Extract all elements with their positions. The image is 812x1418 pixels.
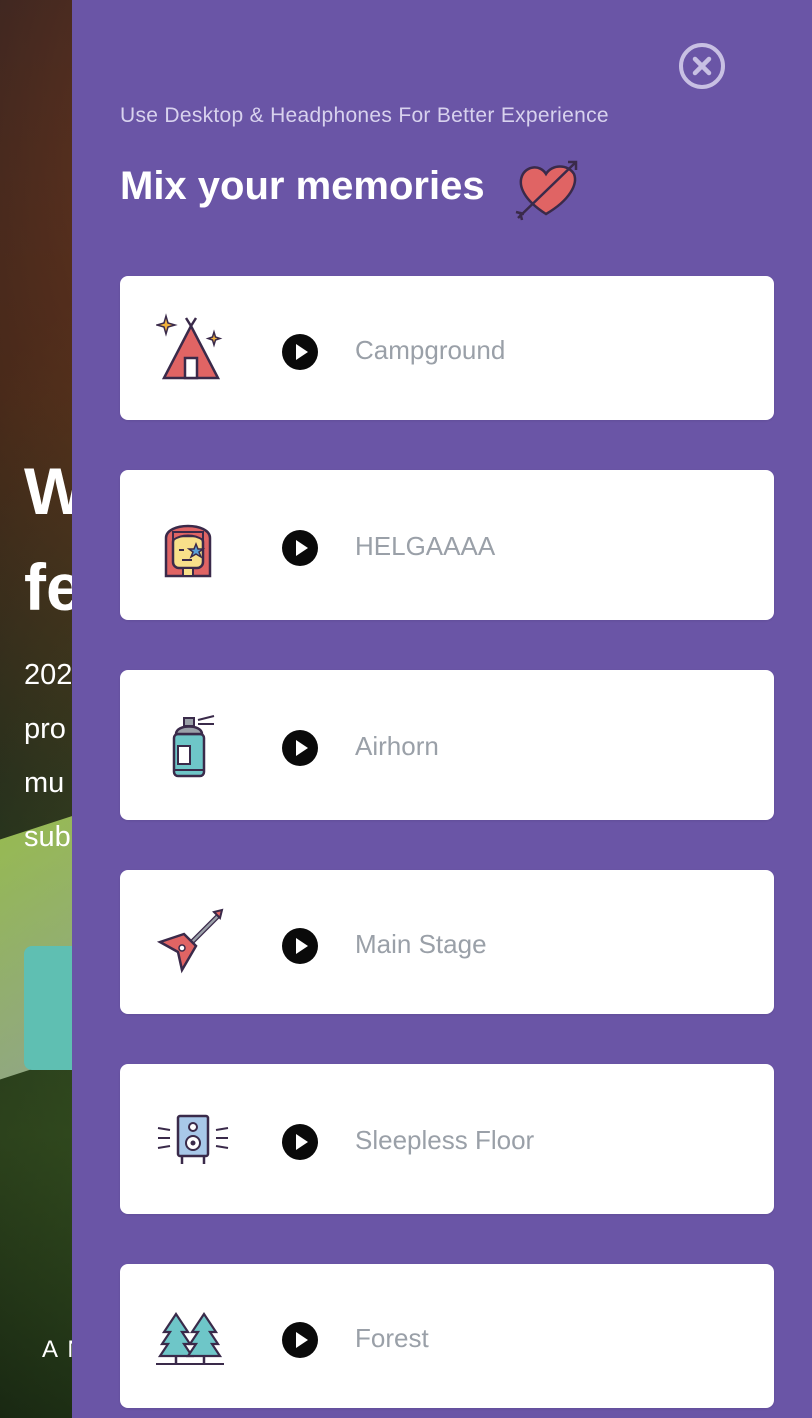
tent-icon (156, 313, 223, 380)
sound-label: Main Stage (355, 929, 487, 959)
panel-title: Mix your memories (120, 164, 485, 208)
sound-label: Airhorn (355, 731, 439, 761)
sound-card-main-stage[interactable]: Main Stage (120, 870, 774, 1014)
sound-card-forest[interactable]: Forest (120, 1264, 774, 1408)
play-icon[interactable] (282, 730, 318, 766)
sound-label: Forest (355, 1323, 429, 1353)
guitar-icon (156, 908, 224, 974)
sound-card-campground[interactable]: Campground (120, 276, 774, 420)
helga-face-icon (164, 524, 212, 578)
close-button[interactable] (679, 43, 725, 89)
panel-subtitle: Use Desktop & Headphones For Better Expe… (120, 104, 609, 127)
bg-paragraph-line-3: mu (24, 767, 65, 799)
play-icon[interactable] (282, 1124, 318, 1160)
mix-memories-panel: Use Desktop & Headphones For Better Expe… (72, 0, 812, 1418)
sound-label: Sleepless Floor (355, 1125, 535, 1155)
close-icon (692, 56, 712, 76)
pine-trees-icon (156, 1312, 224, 1365)
spray-can-icon (172, 715, 215, 778)
speaker-icon (157, 1114, 229, 1164)
play-icon[interactable] (282, 1322, 318, 1358)
sound-card-helga[interactable]: HELGAAAA (120, 470, 774, 620)
sound-label: Campground (355, 335, 506, 365)
play-icon[interactable] (282, 928, 318, 964)
bg-paragraph-line-4: sub (24, 821, 71, 853)
sound-card-sleepless-floor[interactable]: Sleepless Floor (120, 1064, 774, 1214)
bg-paragraph-line-2: pro (24, 713, 66, 745)
heart-arrow-icon (515, 160, 578, 221)
sound-card-airhorn[interactable]: Airhorn (120, 670, 774, 820)
sound-label: HELGAAAA (355, 531, 496, 561)
play-icon[interactable] (282, 334, 318, 370)
play-icon[interactable] (282, 530, 318, 566)
bg-paragraph-line-1: 202 (24, 659, 73, 691)
